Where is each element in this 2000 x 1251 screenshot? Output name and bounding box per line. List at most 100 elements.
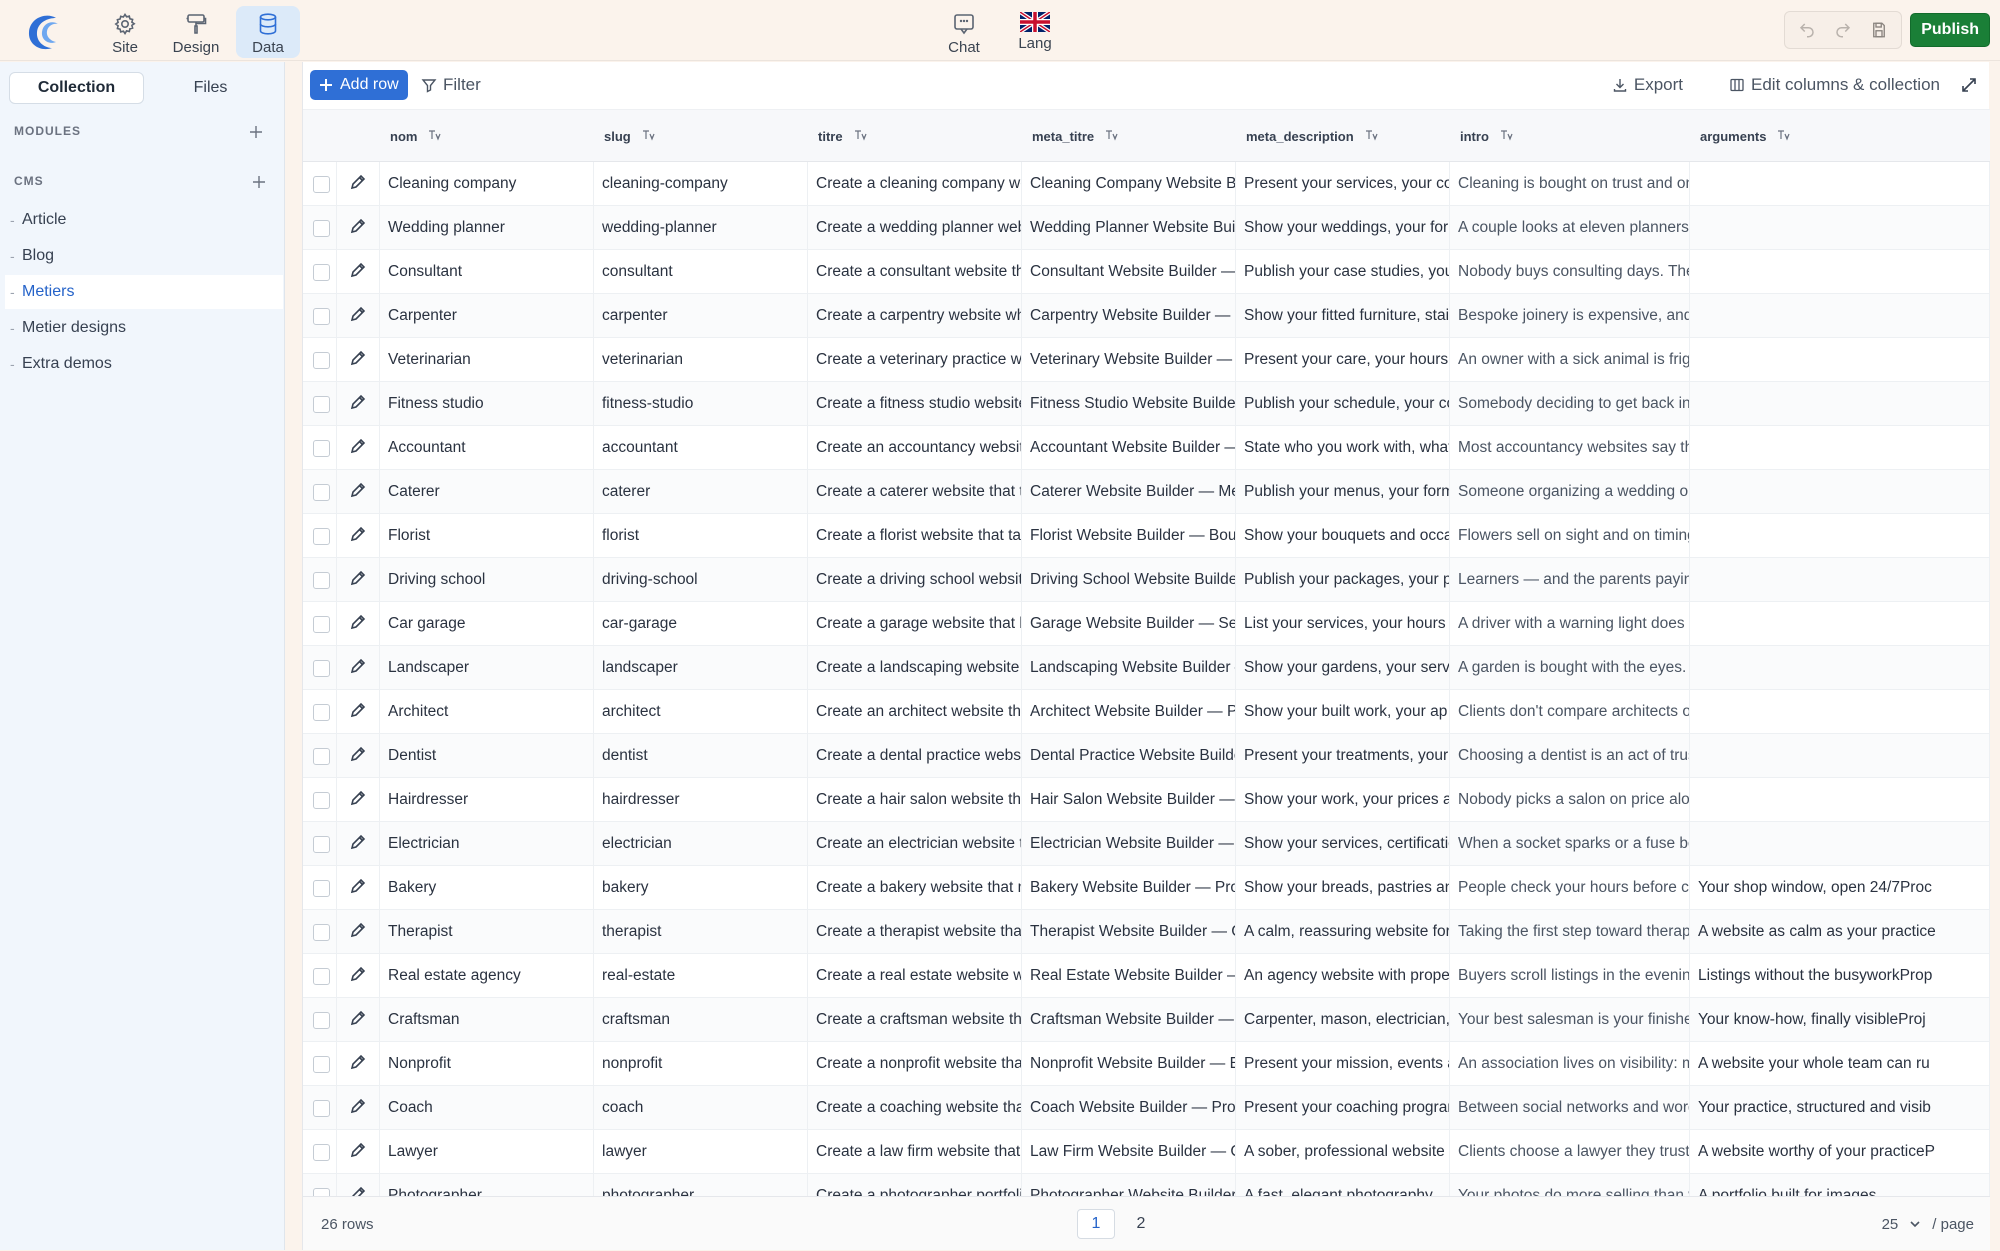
cell-nom[interactable]: Nonprofit <box>380 1042 594 1086</box>
cell-slug[interactable]: landscaper <box>594 646 808 690</box>
cell-nom[interactable]: Lawyer <box>380 1130 594 1174</box>
table-row[interactable]: Accountant accountant Create an accountanc… <box>303 426 1990 470</box>
row-checkbox[interactable] <box>313 1100 330 1117</box>
table-row[interactable]: Carpenter carpenter Create a carpentry web… <box>303 294 1990 338</box>
row-checkbox[interactable] <box>313 1188 330 1196</box>
pencil-icon[interactable] <box>349 1053 367 1076</box>
cell-arguments[interactable] <box>1690 294 1990 338</box>
cell-titre[interactable]: Create a coaching website tha <box>808 1086 1022 1130</box>
cell-titre[interactable]: Create a wedding planner website <box>808 206 1022 250</box>
cell-meta-titre[interactable]: Real Estate Website Builder — <box>1022 954 1236 998</box>
row-checkbox[interactable] <box>313 880 330 897</box>
cell-meta-titre[interactable]: Therapist Website Builder — C <box>1022 910 1236 954</box>
row-checkbox[interactable] <box>313 968 330 985</box>
sidebar-item-article[interactable]: - Article <box>5 203 283 237</box>
cell-meta-titre[interactable]: Nonprofit Website Builder — E <box>1022 1042 1236 1086</box>
cell-meta-description[interactable]: Show your fitted furniture, stairs <box>1236 294 1450 338</box>
cell-titre[interactable]: Create an electrician website t <box>808 822 1022 866</box>
row-checkbox[interactable] <box>313 1056 330 1073</box>
row-checkbox[interactable] <box>313 1144 330 1161</box>
cell-titre[interactable]: Create a driving school website <box>808 558 1022 602</box>
cell-arguments[interactable] <box>1690 206 1990 250</box>
cell-titre[interactable]: Create a veterinary practice web <box>808 338 1022 382</box>
cell-intro[interactable]: Cleaning is bought on trust and on price… <box>1450 162 1690 206</box>
cell-slug[interactable]: fitness-studio <box>594 382 808 426</box>
cell-arguments[interactable] <box>1690 602 1990 646</box>
cell-meta-titre[interactable]: Hair Salon Website Builder — <box>1022 778 1236 822</box>
cell-meta-description[interactable]: A calm, reassuring website for <box>1236 910 1450 954</box>
cell-arguments[interactable] <box>1690 558 1990 602</box>
pencil-icon[interactable] <box>349 833 367 856</box>
cell-slug[interactable]: cleaning-company <box>594 162 808 206</box>
cell-meta-description[interactable]: Present your mission, events a <box>1236 1042 1450 1086</box>
cell-intro[interactable]: An association lives on visibility: memb… <box>1450 1042 1690 1086</box>
row-checkbox[interactable] <box>313 176 330 193</box>
page-1-button[interactable]: 1 <box>1077 1209 1115 1239</box>
cell-intro[interactable]: Between social networks and word of mou <box>1450 1086 1690 1130</box>
cell-intro[interactable]: Flowers sell on sight and on timing: a b… <box>1450 514 1690 558</box>
cell-arguments[interactable] <box>1690 690 1990 734</box>
redo-button[interactable] <box>1825 12 1861 48</box>
add-row-button[interactable]: Add row <box>310 70 408 100</box>
cell-nom[interactable]: Coach <box>380 1086 594 1130</box>
cell-intro[interactable]: Clients choose a lawyer they trust befor… <box>1450 1130 1690 1174</box>
cell-nom[interactable]: Veterinarian <box>380 338 594 382</box>
cell-meta-titre[interactable]: Consultant Website Builder — <box>1022 250 1236 294</box>
cell-arguments[interactable] <box>1690 426 1990 470</box>
cell-meta-titre[interactable]: Architect Website Builder — Po <box>1022 690 1236 734</box>
cell-nom[interactable]: Bakery <box>380 866 594 910</box>
cell-titre[interactable]: Create a dental practice website <box>808 734 1022 778</box>
cell-arguments[interactable] <box>1690 338 1990 382</box>
cell-arguments[interactable] <box>1690 646 1990 690</box>
cell-arguments[interactable]: A portfolio built for images <box>1690 1174 1990 1196</box>
add-module-plus-icon[interactable] <box>248 124 264 140</box>
nav-site[interactable]: Site <box>93 6 157 58</box>
cell-slug[interactable]: veterinarian <box>594 338 808 382</box>
column-header-slug[interactable]: slug <box>604 110 808 162</box>
cell-slug[interactable]: dentist <box>594 734 808 778</box>
pencil-icon[interactable] <box>349 965 367 988</box>
cell-titre[interactable]: Create a garage website that b <box>808 602 1022 646</box>
cell-meta-description[interactable]: A sober, professional website <box>1236 1130 1450 1174</box>
pencil-icon[interactable] <box>349 393 367 416</box>
pencil-icon[interactable] <box>349 481 367 504</box>
cell-titre[interactable]: Create a fitness studio website <box>808 382 1022 426</box>
row-checkbox[interactable] <box>313 308 330 325</box>
cell-arguments[interactable]: Your know-how, finally visibleProj <box>1690 998 1990 1042</box>
cell-meta-titre[interactable]: Veterinary Website Builder — C <box>1022 338 1236 382</box>
nav-chat[interactable]: Chat <box>932 6 996 58</box>
cell-slug[interactable]: wedding-planner <box>594 206 808 250</box>
cell-meta-titre[interactable]: Wedding Planner Website Builder <box>1022 206 1236 250</box>
cell-intro[interactable]: People check your hours before crossing … <box>1450 866 1690 910</box>
pencil-icon[interactable] <box>349 789 367 812</box>
cell-arguments[interactable] <box>1690 162 1990 206</box>
cell-slug[interactable]: caterer <box>594 470 808 514</box>
cell-nom[interactable]: Carpenter <box>380 294 594 338</box>
cell-meta-titre[interactable]: Cleaning Company Website Builder <box>1022 162 1236 206</box>
undo-button[interactable] <box>1789 12 1825 48</box>
table-row[interactable]: Architect architect Create an architect we… <box>303 690 1990 734</box>
cell-intro[interactable]: Nobody buys consulting days. They buy a <box>1450 250 1690 294</box>
nav-design[interactable]: Design <box>164 6 228 58</box>
cell-meta-description[interactable]: Show your bouquets and occasions <box>1236 514 1450 558</box>
cell-titre[interactable]: Create a caterer website that t <box>808 470 1022 514</box>
table-row[interactable]: Electrician electrician Create an electric… <box>303 822 1990 866</box>
sidebar-item-extra-demos[interactable]: - Extra demos <box>5 347 283 381</box>
table-row[interactable]: Coach coach Create a coaching website tha C… <box>303 1086 1990 1130</box>
filter-button[interactable]: Filter <box>421 70 481 100</box>
cell-titre[interactable]: Create an accountancy website <box>808 426 1022 470</box>
cell-slug[interactable]: architect <box>594 690 808 734</box>
column-header-meta-titre[interactable]: meta_titre <box>1032 110 1236 162</box>
cell-meta-description[interactable]: List your services, your hours a <box>1236 602 1450 646</box>
cell-intro[interactable]: A couple looks at eleven planners in one… <box>1450 206 1690 250</box>
table-row[interactable]: Real estate agency real-estate Create a re… <box>303 954 1990 998</box>
cell-slug[interactable]: craftsman <box>594 998 808 1042</box>
cell-meta-titre[interactable]: Dental Practice Website Builder <box>1022 734 1236 778</box>
cell-slug[interactable]: florist <box>594 514 808 558</box>
cell-meta-description[interactable]: Show your built work, your ap <box>1236 690 1450 734</box>
pencil-icon[interactable] <box>349 613 367 636</box>
table-row[interactable]: Craftsman craftsman Create a craftsman web… <box>303 998 1990 1042</box>
page-2-button[interactable]: 2 <box>1122 1209 1160 1239</box>
cell-titre[interactable]: Create an architect website th <box>808 690 1022 734</box>
cell-titre[interactable]: Create a therapist website that <box>808 910 1022 954</box>
